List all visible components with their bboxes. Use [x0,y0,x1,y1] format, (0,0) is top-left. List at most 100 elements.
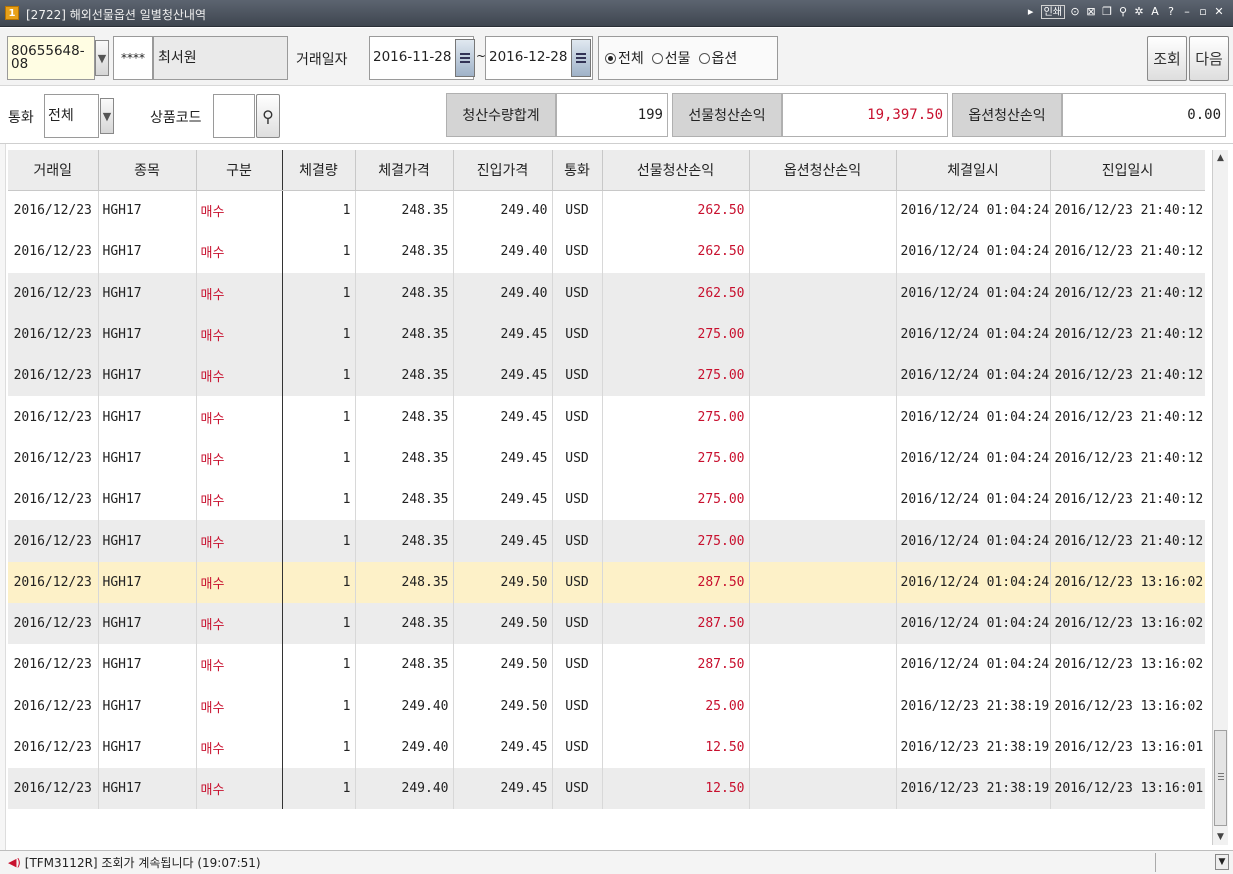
col-header[interactable]: 체결량 [282,150,356,191]
cell-qty: 1 [282,231,356,273]
cell-symbol: HGH17 [98,726,197,769]
currency-dropdown-icon[interactable]: ▼ [100,98,114,134]
maximize-icon[interactable]: ▫ [1197,5,1209,19]
scroll-down-icon[interactable]: ▼ [1213,829,1228,845]
calendar-from-icon[interactable] [455,39,475,77]
copy-icon[interactable]: ❐ [1101,5,1113,19]
cell-exec-price: 248.35 [355,437,454,480]
table-row[interactable]: 2016/12/23 HGH17 매수 1 248.35 249.45 USD 275.00 2… [8,313,1205,356]
cell-exec-price: 248.35 [355,272,454,314]
cell-fut-pl: 275.00 [602,355,750,397]
product-code-input[interactable] [213,94,255,138]
cell-entry-price: 249.50 [453,685,553,727]
radio-options[interactable]: 옵션 [698,48,737,68]
table-row[interactable]: 2016/12/23 HGH17 매수 1 248.35 249.50 USD 287.50 2… [8,602,1205,645]
cell-fut-pl: 287.50 [602,561,750,603]
col-header[interactable]: 선물청산손익 [602,150,750,191]
col-header[interactable]: 종목 [98,150,197,191]
table-row[interactable]: 2016/12/23 HGH17 매수 1 248.35 249.40 USD 262.50 2… [8,190,1205,232]
cell-currency: USD [552,520,603,562]
next-button[interactable]: 다음 [1189,36,1229,81]
table-row[interactable]: 2016/12/23 HGH17 매수 1 248.35 249.50 USD 287.50 2… [8,644,1205,686]
cell-entry-price: 249.40 [453,231,553,273]
cell-opt-pl [749,685,897,727]
cell-symbol: HGH17 [98,231,197,273]
table-row[interactable]: 2016/12/23 HGH17 매수 1 249.40 249.45 USD 12.50 20… [8,768,1205,810]
cell-currency: USD [552,685,603,727]
search-icon[interactable]: ⚲ [256,94,280,138]
minimize-icon[interactable]: – [1181,5,1193,19]
pin-icon[interactable]: ⚲ [1117,5,1129,19]
cell-exec-price: 248.35 [355,479,454,521]
col-header[interactable]: 진입일시 [1050,150,1205,191]
cell-entry-price: 249.45 [453,396,553,438]
table-row[interactable]: 2016/12/23 HGH17 매수 1 248.35 249.40 USD 262.50 2… [8,272,1205,314]
left-edge [0,144,6,850]
cell-exec-time: 2016/12/23 21:38:19 [896,685,1051,727]
table-row[interactable]: 2016/12/23 HGH17 매수 1 248.35 249.50 USD 287.50 2… [8,561,1205,603]
cell-date: 2016/12/23 [8,644,99,686]
col-header[interactable]: 체결일시 [896,150,1051,191]
cell-currency: USD [552,190,603,232]
qty-total-value: 199 [556,93,668,137]
col-header[interactable]: 거래일 [8,150,99,191]
cell-opt-pl [749,355,897,397]
table-row[interactable]: 2016/12/23 HGH17 매수 1 249.40 249.45 USD 12.50 20… [8,726,1205,769]
cell-entry-time: 2016/12/23 13:16:02 [1050,561,1205,603]
currency-select[interactable]: 전체 [44,94,99,138]
account-password-field[interactable]: **** [113,36,153,80]
col-header[interactable]: 옵션청산손익 [749,150,897,191]
table-row[interactable]: 2016/12/23 HGH17 매수 1 248.35 249.45 USD 275.00 2… [8,437,1205,480]
cell-symbol: HGH17 [98,313,197,356]
cell-exec-price: 248.35 [355,313,454,356]
settlement-grid: 거래일 종목 구분 체결량 체결가격 진입가격 통화 선물청산손익 옵션청산손익… [8,150,1205,810]
cell-entry-time: 2016/12/23 21:40:12 [1050,396,1205,438]
cell-exec-price: 248.35 [355,190,454,232]
cell-date: 2016/12/23 [8,685,99,727]
table-row[interactable]: 2016/12/23 HGH17 매수 1 248.35 249.40 USD 262.50 2… [8,231,1205,273]
col-header[interactable]: 체결가격 [355,150,454,191]
help-icon[interactable]: ? [1165,5,1177,19]
col-header[interactable]: 구분 [196,150,283,191]
settings-icon[interactable]: ✲ [1133,5,1145,19]
cell-entry-time: 2016/12/23 13:16:02 [1050,644,1205,686]
query-button[interactable]: 조회 [1147,36,1187,81]
cell-entry-time: 2016/12/23 21:40:12 [1050,437,1205,480]
table-row[interactable]: 2016/12/23 HGH17 매수 1 248.35 249.45 USD 275.00 2… [8,479,1205,521]
table-row[interactable]: 2016/12/23 HGH17 매수 1 248.35 249.45 USD 275.00 2… [8,520,1205,562]
scroll-thumb[interactable] [1214,730,1227,826]
cell-fut-pl: 287.50 [602,602,750,645]
cell-fut-pl: 12.50 [602,768,750,810]
link-icon[interactable]: ▸ [1025,5,1037,19]
cell-entry-time: 2016/12/23 13:16:02 [1050,685,1205,727]
cell-date: 2016/12/23 [8,479,99,521]
table-row[interactable]: 2016/12/23 HGH17 매수 1 248.35 249.45 USD 275.00 2… [8,396,1205,438]
status-message: [TFM3112R] 조회가 계속됩니다 (19:07:51) [24,856,261,870]
vertical-scrollbar[interactable]: ▲ ▼ [1212,150,1228,845]
cell-fut-pl: 275.00 [602,479,750,521]
col-header[interactable]: 진입가격 [453,150,553,191]
calendar-to-icon[interactable] [571,39,591,77]
cell-exec-time: 2016/12/24 01:04:24 [896,561,1051,603]
cell-opt-pl [749,520,897,562]
table-row[interactable]: 2016/12/23 HGH17 매수 1 248.35 249.45 USD 275.00 2… [8,355,1205,397]
print-icon[interactable]: 인쇄 [1040,5,1065,19]
cell-qty: 1 [282,272,356,314]
account-dropdown-icon[interactable]: ▼ [95,40,109,76]
scroll-up-icon[interactable]: ▲ [1213,150,1228,166]
options-pl-value: 0.00 [1062,93,1226,137]
cell-qty: 1 [282,437,356,480]
close-small-icon[interactable]: ⊠ [1085,5,1097,19]
status-dropdown-icon[interactable]: ▼ [1215,854,1229,870]
font-icon[interactable]: A [1149,5,1161,19]
filter-row-2: 통화 전체 ▼ 상품코드 ⚲ 청산수량합계 199 선물청산손익 19,397.… [0,87,1233,144]
account-number-field[interactable]: 80655648-08 [7,36,95,80]
mouse-icon[interactable]: ⊙ [1069,5,1081,19]
table-row[interactable]: 2016/12/23 HGH17 매수 1 249.40 249.50 USD 25.00 20… [8,685,1205,727]
radio-all[interactable]: 전체 [605,48,644,68]
futures-pl-value: 19,397.50 [782,93,948,137]
cell-side: 매수 [196,355,283,397]
close-icon[interactable]: ✕ [1213,5,1225,19]
col-header[interactable]: 통화 [552,150,603,191]
radio-futures[interactable]: 선물 [651,48,691,68]
